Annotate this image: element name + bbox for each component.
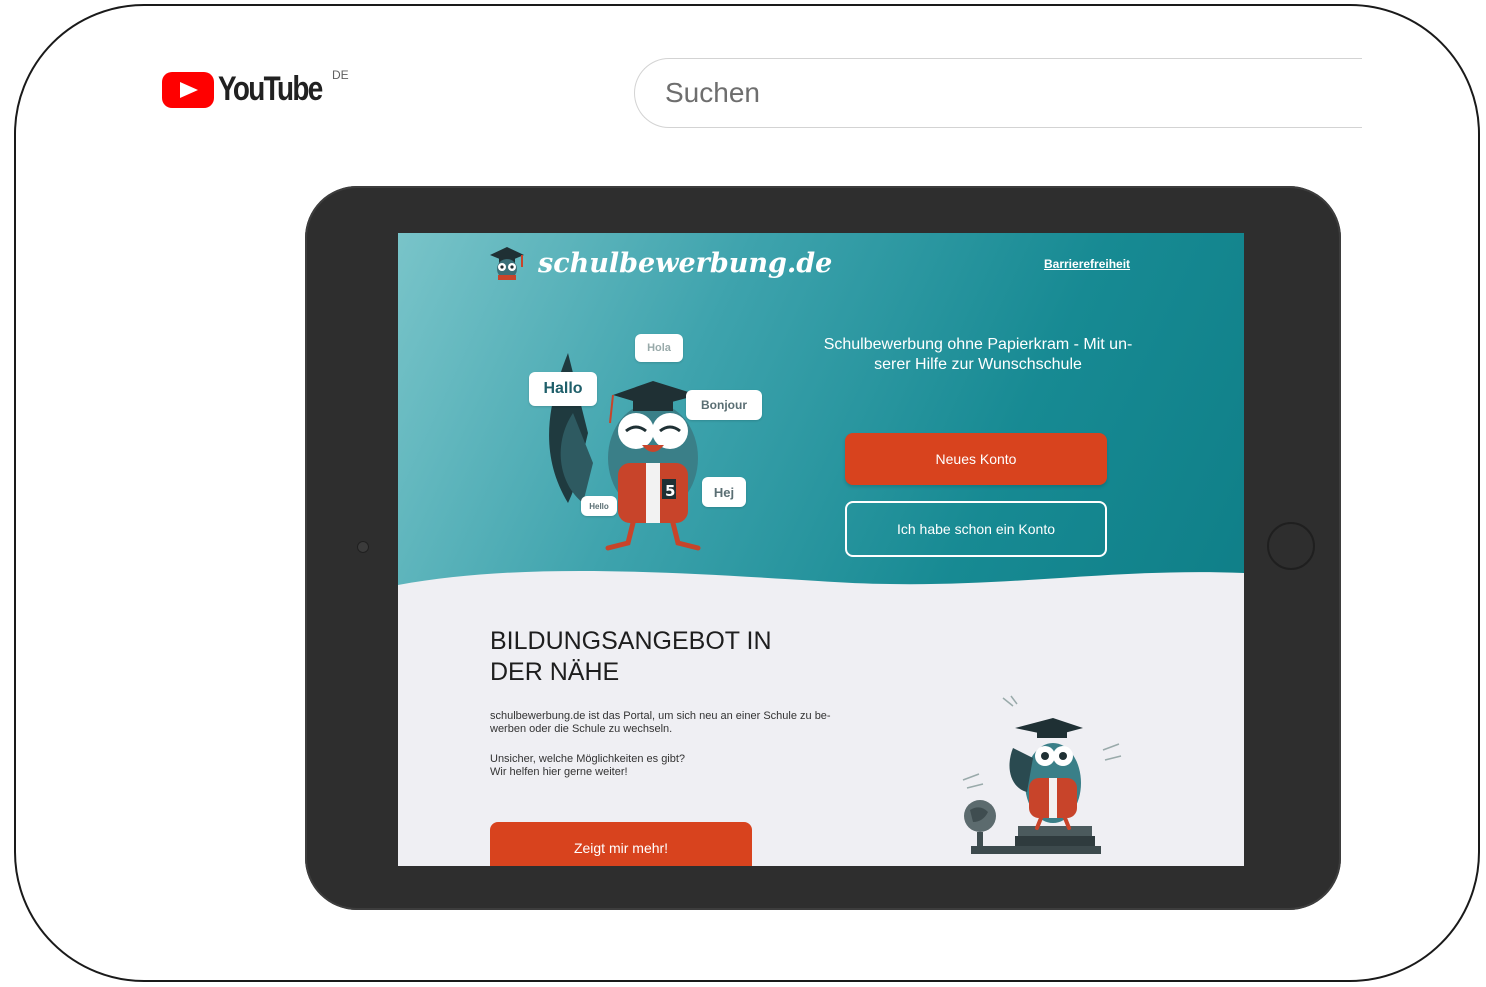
- section-title-line: DER NÄHE: [490, 658, 620, 686]
- wave-divider: [398, 570, 1244, 623]
- tablet-device: schulbewerbung.de Barrierefreiheit 5 Hol…: [305, 186, 1341, 910]
- speech-bubble-hello: Hello: [581, 496, 617, 516]
- play-icon: [162, 71, 214, 108]
- speech-bubble-hej: Hej: [702, 477, 746, 507]
- camera-icon: [357, 541, 369, 553]
- question-line: Wir helfen hier gerne weiter!: [490, 766, 628, 778]
- section-question: Unsicher, welche Möglichkeiten es gibt? …: [490, 753, 930, 779]
- hero-section: [398, 233, 1244, 603]
- show-more-button[interactable]: Zeigt mir mehr!: [490, 822, 752, 866]
- search-input[interactable]: Suchen: [634, 58, 1362, 128]
- section-title-line: BILDUNGSANGEBOT IN: [490, 627, 772, 655]
- new-account-button[interactable]: Neues Konto: [845, 433, 1107, 485]
- owl-mascot-logo-icon: [490, 247, 524, 280]
- reading-owl-illustration: [962, 695, 1122, 854]
- existing-account-button[interactable]: Ich habe schon ein Konto: [845, 501, 1107, 557]
- hero-tagline: Schulbewerbung ohne Papierkram - Mit un-…: [790, 335, 1166, 375]
- section-description: schulbewerbung.de ist das Portal, um sic…: [490, 710, 930, 736]
- jersey-number: 5: [665, 482, 675, 500]
- description-line: schulbewerbung.de ist das Portal, um sic…: [490, 710, 831, 722]
- site-brand[interactable]: schulbewerbung.de: [490, 245, 832, 281]
- video-frame-screen[interactable]: schulbewerbung.de Barrierefreiheit 5 Hol…: [398, 233, 1244, 866]
- speech-bubble-hola: Hola: [635, 334, 683, 362]
- speech-bubble-hallo: Hallo: [529, 372, 597, 406]
- question-line: Unsicher, welche Möglichkeiten es gibt?: [490, 753, 686, 765]
- country-code: DE: [332, 68, 349, 82]
- youtube-logo[interactable]: YouTube DE: [162, 68, 349, 109]
- home-button: [1267, 522, 1315, 570]
- youtube-wordmark: YouTube: [218, 70, 323, 108]
- section-title: BILDUNGSANGEBOT IN DER NÄHE: [490, 626, 772, 688]
- description-line: werben oder die Schule zu wechseln.: [490, 723, 673, 735]
- speech-bubble-bonjour: Bonjour: [686, 390, 762, 420]
- brand-name: schulbewerbung.de: [538, 247, 833, 279]
- accessibility-link[interactable]: Barrierefreiheit: [1044, 257, 1130, 271]
- tagline-line: Schulbewerbung ohne Papierkram - Mit un-: [823, 336, 1133, 353]
- tagline-line: serer Hilfe zur Wunschschule: [874, 356, 1082, 373]
